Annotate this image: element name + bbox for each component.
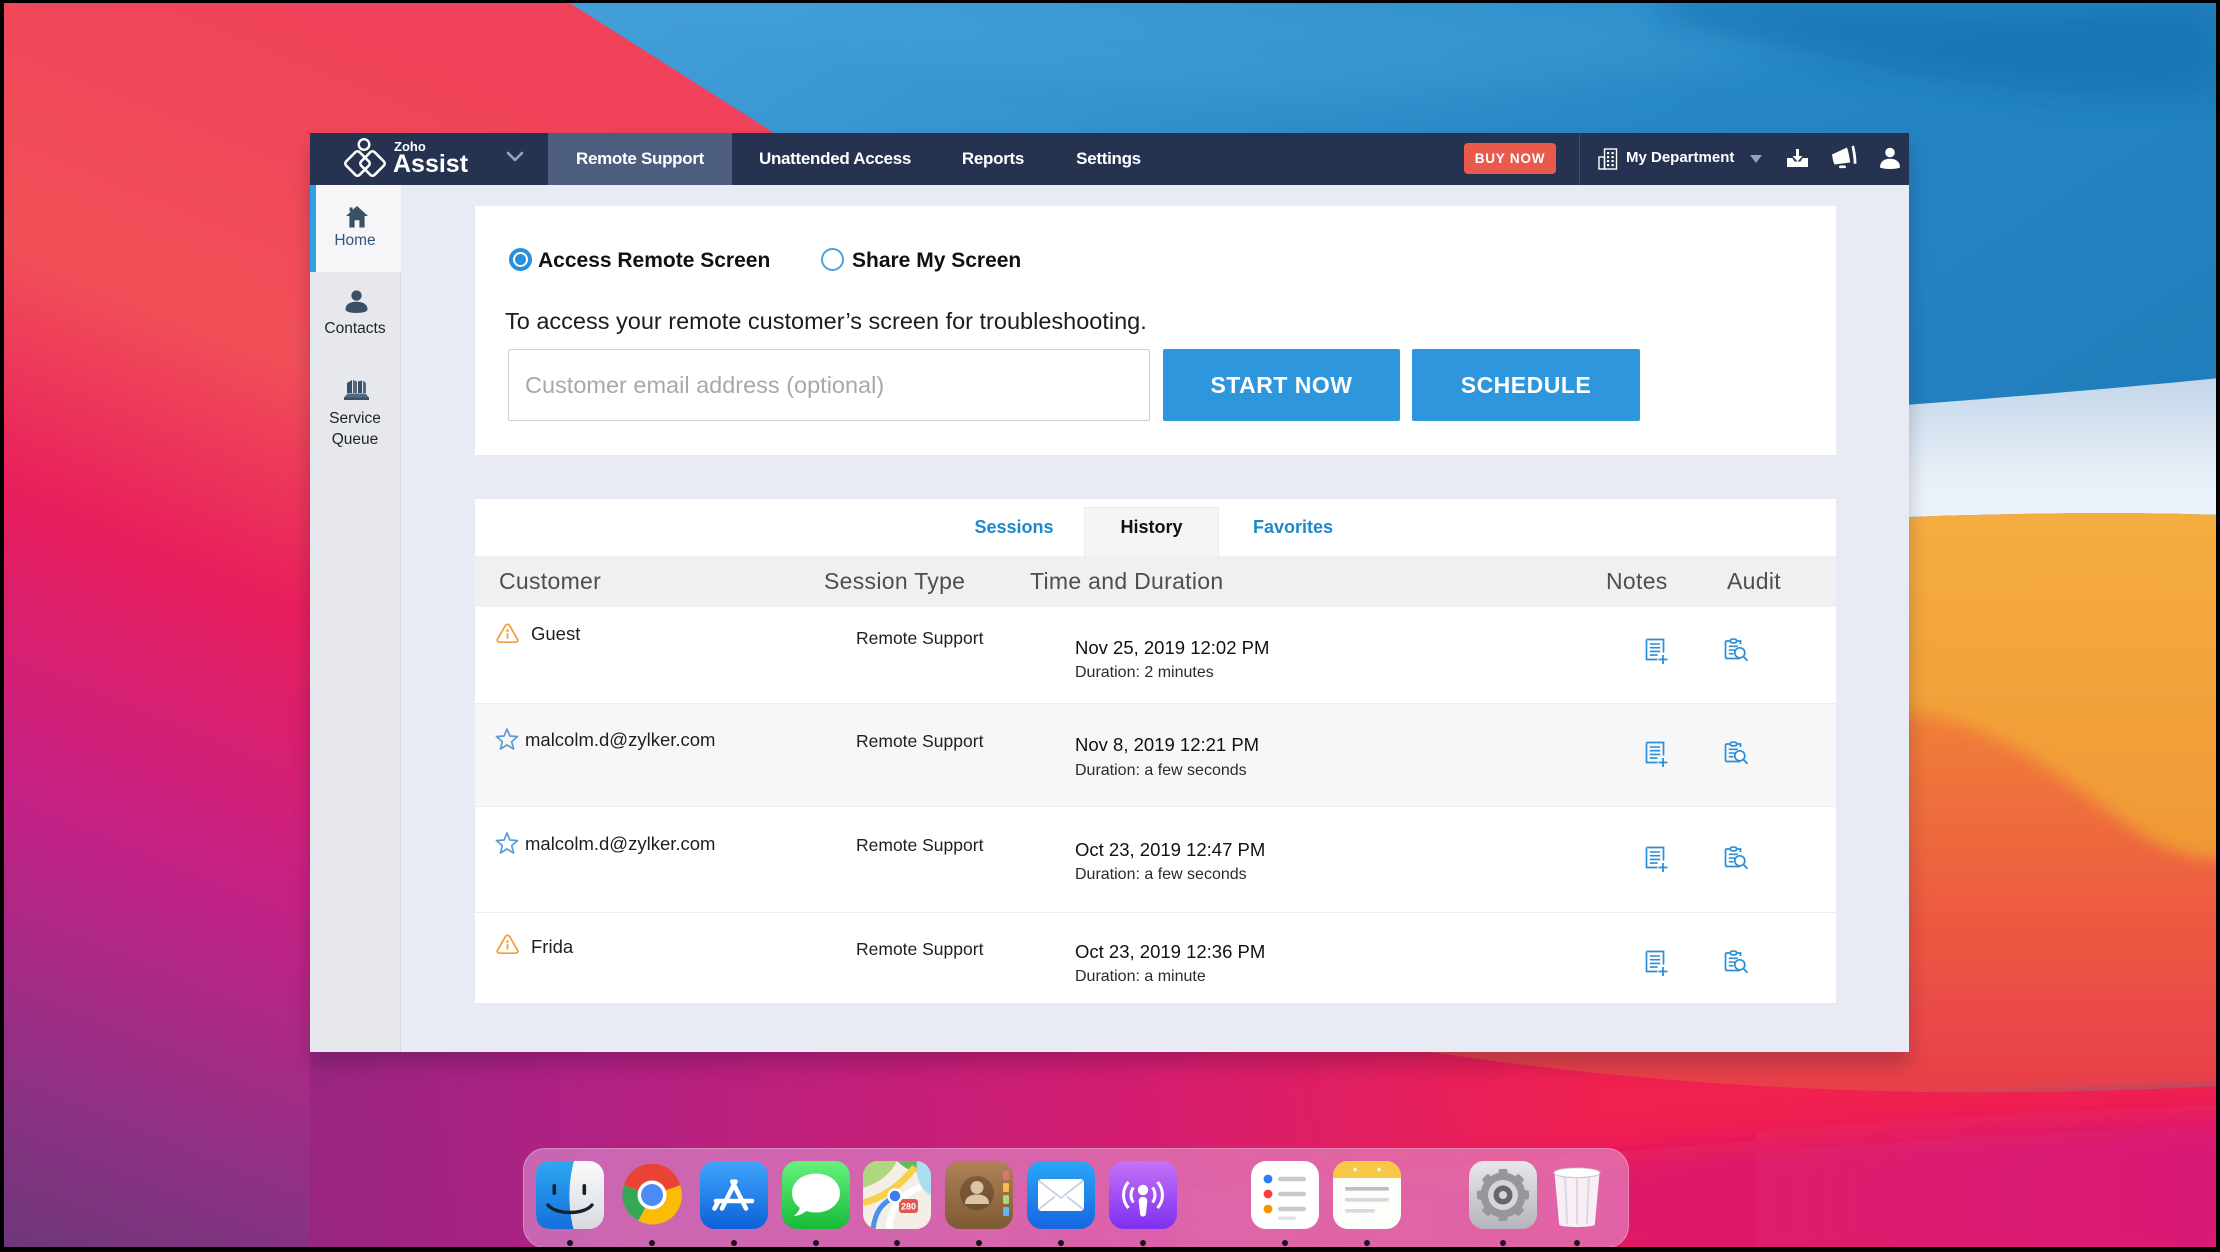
svg-text:280: 280 [901,1202,916,1212]
